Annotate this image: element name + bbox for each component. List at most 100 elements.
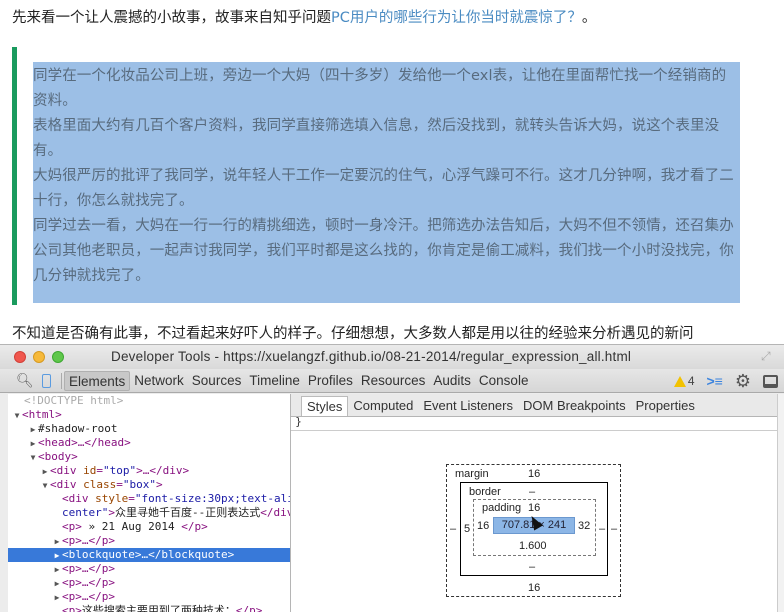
toolbar-right-controls: 4 >≡ ⚙ bbox=[673, 372, 778, 390]
border-label: border bbox=[469, 486, 501, 498]
minimize-window-button[interactable] bbox=[33, 351, 45, 363]
sidebar-scrollbar[interactable] bbox=[777, 394, 784, 612]
dom-node-html[interactable]: ▼ <html> bbox=[8, 408, 290, 422]
tab-elements[interactable]: Elements bbox=[64, 370, 131, 391]
collapse-triangle-icon[interactable]: ▶ bbox=[40, 465, 50, 479]
dom-node-body[interactable]: ▼ <body> bbox=[8, 450, 290, 464]
collapse-triangle-icon[interactable]: ▶ bbox=[52, 591, 62, 605]
expand-triangle-icon[interactable]: ▼ bbox=[40, 479, 50, 493]
tab-audits[interactable]: Audits bbox=[429, 371, 475, 391]
blockquote-tag: <blockquote>…</blockquote> bbox=[62, 548, 235, 561]
dom-node-head[interactable]: ▶ <head>…</head> bbox=[8, 436, 290, 450]
dom-node-div-style[interactable]: <div style="font-size:30px;text-align: bbox=[8, 492, 290, 506]
dom-node-doctype[interactable]: <!DOCTYPE html> bbox=[8, 394, 290, 408]
devtools-window: Developer Tools - https://xuelangzf.gith… bbox=[0, 344, 784, 612]
device-mode-icon[interactable] bbox=[42, 373, 51, 388]
tag-open: <div bbox=[50, 478, 84, 491]
warnings-counter[interactable]: 4 bbox=[673, 374, 695, 388]
dom-node-p[interactable]: ▶ <p>…</p> bbox=[8, 576, 290, 590]
margin-right-value[interactable]: – bbox=[611, 523, 617, 535]
node-text: 这些搜索主要用到了两种技术： bbox=[81, 604, 236, 612]
padding-label: padding bbox=[482, 502, 522, 514]
box-model-content[interactable]: 707.81 × 241 bbox=[493, 513, 575, 534]
blockquote-paragraph: 大妈很严厉的批评了我同学，说年轻人干工作一定要沉的住气，心浮气躁可不行。这才几分… bbox=[33, 168, 734, 209]
tab-sources[interactable]: Sources bbox=[188, 371, 246, 391]
expand-triangle-icon[interactable]: ▼ bbox=[28, 451, 38, 465]
tab-timeline[interactable]: Timeline bbox=[245, 371, 304, 391]
border-right-value[interactable]: – bbox=[599, 523, 605, 535]
collapse-triangle-icon[interactable]: ▶ bbox=[28, 437, 38, 451]
sidebar-tab-computed[interactable]: Computed bbox=[348, 396, 418, 416]
html-tag: <html> bbox=[22, 408, 62, 421]
dom-node-p[interactable]: ▶ <p>…</p> bbox=[8, 562, 290, 576]
dom-node-p[interactable]: ▶ <p>…</p> bbox=[8, 534, 290, 548]
console-drawer-icon[interactable]: >≡ bbox=[707, 373, 723, 389]
padding-right-value[interactable]: 32 bbox=[578, 520, 590, 532]
margin-bottom-value[interactable]: 16 bbox=[528, 582, 540, 594]
shadow-root-text: #shadow-root bbox=[38, 422, 118, 435]
border-top-value[interactable]: – bbox=[529, 486, 535, 498]
box-model-padding[interactable]: padding 16 1.600 16 32 707.81 × 241 bbox=[473, 499, 596, 556]
dom-node-p-text[interactable]: <p>这些搜索主要用到了两种技术：</p> bbox=[8, 604, 290, 612]
devtools-panes: <!DOCTYPE html> ▼ <html> ▶ #shadow-root ▶ <… bbox=[0, 394, 784, 612]
tag-open: <p> bbox=[62, 604, 82, 612]
collapse-triangle-icon[interactable]: ▶ bbox=[52, 563, 62, 577]
dom-node-div-box[interactable]: ▼ <div class="box"> bbox=[8, 478, 290, 492]
padding-bottom-value[interactable]: 1.600 bbox=[519, 540, 547, 552]
collapse-triangle-icon[interactable]: ▶ bbox=[52, 535, 62, 549]
dom-node-blockquote-selected[interactable]: ▶ <blockquote>…</blockquote> bbox=[8, 548, 290, 562]
padding-top-value[interactable]: 16 bbox=[528, 502, 540, 514]
border-bottom-value[interactable]: – bbox=[529, 561, 535, 573]
styles-sidebar: Styles Computed Event Listeners DOM Brea… bbox=[291, 394, 784, 612]
sidebar-tab-event-listeners[interactable]: Event Listeners bbox=[418, 396, 518, 416]
devtools-toolbar: 🔍︎ Elements Network Sources Timeline Pro… bbox=[0, 369, 784, 393]
zoom-window-button[interactable] bbox=[52, 351, 64, 363]
expand-triangle-icon[interactable]: ▼ bbox=[12, 409, 22, 423]
border-left-value[interactable]: 5 bbox=[464, 523, 470, 535]
margin-top-value[interactable]: 16 bbox=[528, 468, 540, 480]
tab-profiles[interactable]: Profiles bbox=[304, 371, 357, 391]
attr-name: id bbox=[83, 464, 97, 477]
margin-label: margin bbox=[455, 468, 489, 480]
intro-paragraph: 先来看一个让人震撼的小故事，故事来自知乎问题PC用户的哪些行为让你当时就震惊了？… bbox=[12, 6, 596, 30]
padding-left-value[interactable]: 16 bbox=[477, 520, 489, 532]
dock-icon[interactable] bbox=[763, 374, 778, 388]
tag-open: <p> bbox=[62, 520, 82, 533]
blockquote-highlight: 同学在一个化妆品公司上班，旁边一个大妈（四十多岁）发给他一个exl表，让他在里面… bbox=[33, 62, 740, 303]
sidebar-tab-dom-breakpoints[interactable]: DOM Breakpoints bbox=[518, 396, 631, 416]
gear-icon[interactable]: ⚙ bbox=[735, 372, 751, 390]
dom-node-p[interactable]: ▶ <p>…</p> bbox=[8, 590, 290, 604]
sidebar-tab-properties[interactable]: Properties bbox=[631, 396, 700, 416]
sidebar-tab-styles[interactable]: Styles bbox=[301, 396, 349, 416]
margin-left-value[interactable]: – bbox=[450, 523, 456, 535]
p-tag: <p>…</p> bbox=[62, 562, 115, 575]
devtools-titlebar[interactable]: Developer Tools - https://xuelangzf.gith… bbox=[0, 345, 784, 369]
tag-open: <div bbox=[50, 464, 84, 477]
dom-node-shadow-root[interactable]: ▶ #shadow-root bbox=[8, 422, 290, 436]
attr-value: "box" bbox=[122, 478, 156, 491]
tag-open: <div bbox=[62, 492, 96, 505]
tab-network[interactable]: Network bbox=[130, 371, 188, 391]
p-tag: <p>…</p> bbox=[62, 534, 115, 547]
close-window-button[interactable] bbox=[14, 351, 26, 363]
fullscreen-icon[interactable]: ⤢ bbox=[761, 350, 774, 363]
blockquote-paragraph: 同学过去一看，大妈在一行一行的精挑细选，顿时一身冷汗。把筛选办法告知后，大妈不但… bbox=[33, 218, 734, 284]
dom-tree: <!DOCTYPE html> ▼ <html> ▶ #shadow-root ▶ <… bbox=[8, 394, 291, 612]
tab-console[interactable]: Console bbox=[475, 371, 533, 391]
intro-end: 。 bbox=[581, 10, 597, 26]
zhihu-question-link[interactable]: PC用户的哪些行为让你当时就震惊了？ bbox=[331, 10, 582, 26]
doctype-text: <!DOCTYPE html> bbox=[24, 394, 124, 407]
warning-icon bbox=[673, 375, 686, 387]
collapse-triangle-icon[interactable]: ▶ bbox=[52, 577, 62, 591]
dom-node-p-date[interactable]: <p> » 21 Aug 2014 </p> bbox=[8, 520, 290, 534]
tag-close: </div> bbox=[260, 506, 290, 519]
box-model-margin[interactable]: margin 16 16 – – border – – 5 – padding … bbox=[446, 464, 621, 597]
dom-node-div-style-cont[interactable]: center">众里寻她千百度--正则表达式</div> bbox=[8, 506, 290, 520]
tab-resources[interactable]: Resources bbox=[357, 371, 430, 391]
search-icon[interactable]: 🔍︎ bbox=[16, 372, 34, 389]
collapse-triangle-icon[interactable]: ▶ bbox=[52, 549, 62, 563]
toolbar-divider bbox=[61, 372, 62, 389]
box-model-border[interactable]: border – – 5 – padding 16 1.600 16 32 70… bbox=[460, 482, 608, 576]
collapse-triangle-icon[interactable]: ▶ bbox=[28, 423, 38, 437]
dom-node-div-top[interactable]: ▶ <div id="top">…</div> bbox=[8, 464, 290, 478]
